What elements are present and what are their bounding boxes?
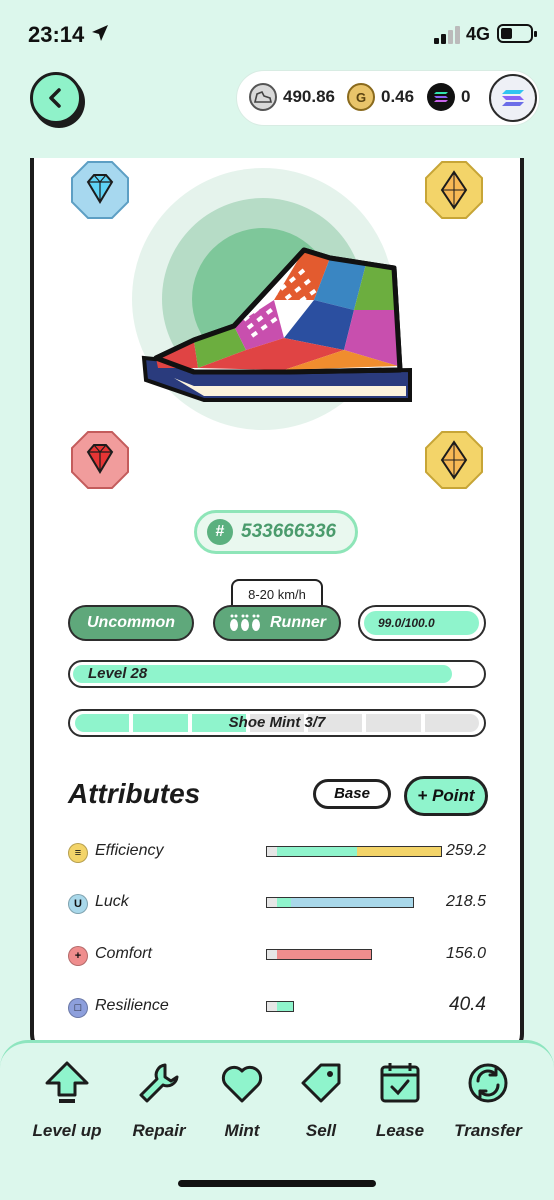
comfort-bar <box>266 949 372 960</box>
transfer-icon <box>468 1063 508 1103</box>
durability-fill: 99.0/100.0 <box>364 611 479 635</box>
attribute-row-resilience: □ Resilience 40.4 <box>68 993 488 1021</box>
sneaker-image <box>141 247 412 402</box>
sol-balance: 0 <box>427 83 470 111</box>
resilience-icon: □ <box>68 998 88 1018</box>
efficiency-bar <box>266 846 442 857</box>
ruby-gem-socket[interactable] <box>70 430 130 490</box>
level-up-button[interactable]: Level up <box>25 1059 109 1141</box>
repair-button[interactable]: Repair <box>117 1059 201 1141</box>
back-button[interactable] <box>30 72 82 124</box>
price-tag-icon <box>301 1063 341 1103</box>
solana-icon <box>427 83 455 111</box>
heart-icon <box>221 1065 263 1103</box>
battery-icon <box>497 24 537 43</box>
topaz-gem-socket[interactable] <box>424 160 484 220</box>
diamond-gem-socket[interactable] <box>70 160 130 220</box>
network-type: 4G <box>466 24 491 44</box>
gst-balance: 490.86 <box>249 83 335 111</box>
attributes-title: Attributes <box>68 778 201 809</box>
attribute-row-luck: U Luck 218.5 <box>68 889 488 917</box>
transfer-button[interactable]: Transfer <box>446 1059 530 1141</box>
wrench-icon <box>139 1063 179 1103</box>
gmt-balance: G 0.46 <box>347 83 414 111</box>
status-bar: 23:14 4G <box>0 0 554 64</box>
sneaker-token-icon <box>249 83 277 111</box>
location-arrow-icon <box>92 25 108 41</box>
chain-selector-button[interactable] <box>489 74 537 122</box>
gmt-coin-icon: G <box>347 83 375 111</box>
calendar-check-icon <box>380 1063 420 1103</box>
level-up-icon <box>45 1061 89 1103</box>
lease-button[interactable]: Lease <box>358 1059 442 1141</box>
hash-icon: # <box>207 519 233 545</box>
luck-bar <box>266 897 414 908</box>
resilience-bar <box>266 1001 294 1012</box>
topaz-gem-socket[interactable] <box>424 430 484 490</box>
luck-icon: U <box>68 894 88 914</box>
signal-icon <box>434 26 460 44</box>
shoe-id: 533666336 <box>241 521 337 542</box>
attribute-row-efficiency: ≡ Efficiency 259.2 <box>68 838 488 866</box>
home-indicator <box>178 1180 376 1187</box>
mint-label: Shoe Mint 3/7 <box>228 714 326 731</box>
add-point-button[interactable]: + Point <box>404 776 488 816</box>
status-time: 23:14 <box>28 22 85 47</box>
footprints-icon <box>230 614 260 631</box>
base-button[interactable]: Base <box>313 779 391 809</box>
efficiency-icon: ≡ <box>68 843 88 863</box>
action-bar: Level up Repair Mint Sell Lease Transfer <box>0 1040 554 1200</box>
shoe-type-badge[interactable]: Runner <box>213 605 341 641</box>
shoe-id-badge: # 533666336 <box>194 510 358 554</box>
level-label: Level 28 <box>88 665 148 682</box>
mint-button[interactable]: Mint <box>200 1059 284 1141</box>
durability-bar: 99.0/100.0 <box>358 605 486 641</box>
chevron-left-icon <box>49 88 61 108</box>
solana-icon <box>502 90 524 106</box>
comfort-icon: + <box>68 946 88 966</box>
sell-button[interactable]: Sell <box>279 1059 363 1141</box>
level-bar: Level 28 <box>68 660 486 688</box>
attribute-row-comfort: + Comfort 156.0 <box>68 941 488 969</box>
wallet-balance-bar[interactable]: 490.86 G 0.46 0 <box>236 70 540 126</box>
rarity-badge: Uncommon <box>68 605 194 641</box>
shoe-mint-bar: Shoe Mint 3/7 <box>68 709 486 737</box>
